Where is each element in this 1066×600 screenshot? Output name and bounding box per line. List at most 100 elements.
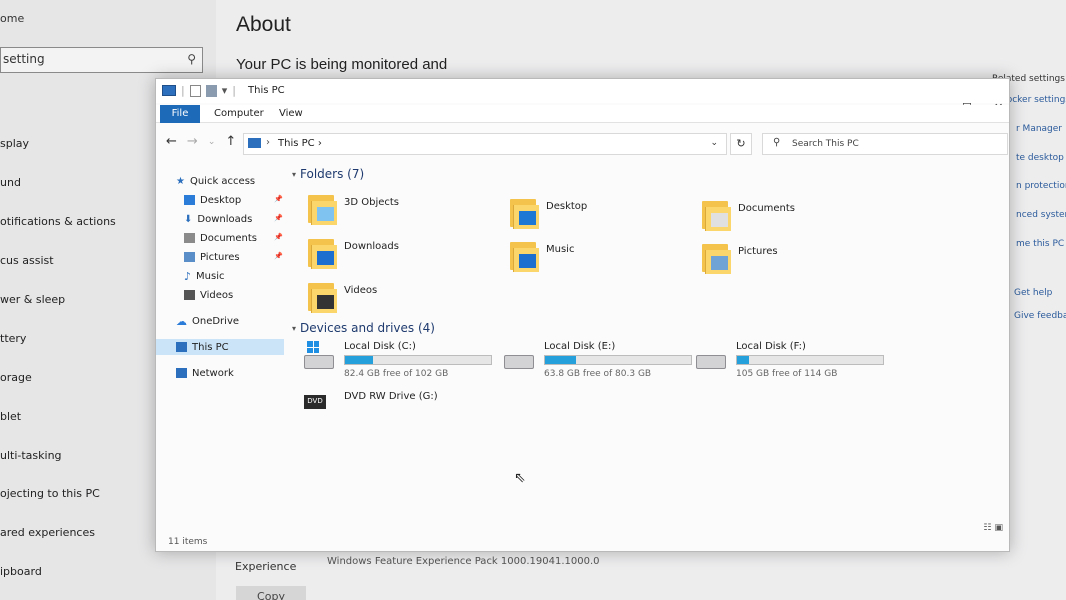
settings-nav-item[interactable]: wer & sleep (0, 293, 65, 306)
drive-local-disk-c[interactable]: Local Disk (C:) 82.4 GB free of 102 GB (304, 341, 504, 381)
properties-icon[interactable] (189, 84, 201, 97)
settings-nav-item[interactable]: splay (0, 137, 29, 150)
folder-label: 3D Objects (344, 197, 400, 208)
new-folder-icon[interactable] (205, 84, 217, 97)
sidebar-item-network[interactable]: Network (176, 365, 234, 381)
folder-downloads[interactable]: Downloads (308, 237, 399, 269)
breadcrumb-this-pc[interactable]: This PC (278, 138, 315, 149)
chevron-down-icon[interactable]: ▾ (222, 84, 228, 97)
music-icon: ♪ (184, 269, 192, 283)
folder-desktop[interactable]: Desktop (510, 197, 587, 229)
toolbar-divider: | (232, 84, 236, 97)
drive-usage-fill (737, 356, 749, 364)
sidebar-item-label: Pictures (200, 251, 240, 263)
sidebar-item-pictures[interactable]: Pictures (184, 249, 240, 265)
download-icon: ⬇ (184, 213, 193, 225)
content-pane: ▾ Folders (7) 3D Objects Desktop Documents… (288, 163, 1008, 533)
related-settings-link[interactable]: me this PC (a (1016, 239, 1066, 249)
settings-nav-item[interactable]: ared experiences (0, 526, 95, 539)
landscape-icon (711, 256, 728, 270)
chevron-down-icon[interactable]: ⌄ (710, 138, 718, 148)
status-bar-count: 11 items (168, 537, 208, 547)
file-explorer-window: | ▾ | This PC — ☐ ✕ File Computer View ←… (155, 78, 1010, 552)
tab-view[interactable]: View (279, 105, 303, 123)
title-bar[interactable]: | ▾ | This PC (156, 79, 1009, 103)
breadcrumb[interactable]: This PC › (278, 138, 322, 149)
drive-local-disk-f[interactable]: Local Disk (F:) 105 GB free of 114 GB (696, 341, 896, 381)
settings-nav-item[interactable]: otifications & actions (0, 215, 116, 228)
copy-button[interactable]: Copy (236, 586, 306, 600)
settings-search-input[interactable]: setting ⚲ (0, 47, 203, 73)
chevron-down-icon[interactable]: ⌄ (208, 134, 216, 149)
settings-nav-item[interactable]: blet (0, 410, 21, 423)
folder-icon (510, 197, 540, 229)
settings-nav-item[interactable]: ojecting to this PC (0, 487, 100, 500)
related-settings-link[interactable]: te desktop (1016, 153, 1064, 163)
search-input[interactable]: ⚲ Search This PC (762, 133, 1008, 155)
folder-videos[interactable]: Videos (308, 281, 377, 313)
sidebar-item-quick-access[interactable]: ★ Quick access (176, 173, 255, 189)
sidebar-item-label: Videos (200, 289, 234, 301)
folder-label: Music (546, 244, 575, 255)
chevron-down-icon[interactable]: ▾ (292, 324, 296, 333)
search-icon: ⚲ (773, 137, 781, 148)
sidebar-item-documents[interactable]: Documents (184, 230, 257, 246)
dvd-drive-name: DVD RW Drive (G:) (344, 391, 438, 402)
sidebar-item-this-pc[interactable]: This PC (156, 339, 284, 355)
folder-icon (510, 240, 540, 272)
folder-documents[interactable]: Documents (702, 199, 795, 231)
refresh-icon: ↻ (736, 137, 746, 150)
back-arrow-icon[interactable]: ← (166, 134, 177, 149)
drives-header-label: Devices and drives (4) (300, 321, 435, 335)
sidebar-item-onedrive[interactable]: ☁ OneDrive (176, 313, 239, 329)
breadcrumb-separator[interactable]: › (266, 137, 270, 148)
folders-section-header[interactable]: ▾ Folders (7) (292, 167, 364, 181)
hard-drive-icon (504, 355, 534, 369)
settings-nav-item[interactable]: und (0, 176, 21, 189)
details-view-icon[interactable]: ☷ (983, 523, 991, 533)
sidebar-item-downloads[interactable]: ⬇ Downloads (184, 211, 252, 227)
settings-nav-item[interactable]: orage (0, 371, 32, 384)
chevron-down-icon[interactable]: ▾ (292, 170, 296, 179)
pin-icon: 📌 (274, 252, 283, 260)
settings-nav-item[interactable]: cus assist (0, 254, 54, 267)
sidebar-item-label: OneDrive (192, 315, 240, 327)
folder-music[interactable]: Music (510, 240, 574, 272)
large-icons-view-icon[interactable]: ▣ (994, 523, 1003, 533)
related-settings-link[interactable]: n protection (1016, 181, 1066, 191)
download-arrow-icon (317, 251, 334, 265)
settings-nav-item[interactable]: ipboard (0, 565, 42, 578)
sidebar-item-music[interactable]: ♪ Music (184, 268, 224, 284)
drive-usage-fill (545, 356, 576, 364)
search-placeholder: Search This PC (792, 139, 859, 149)
drive-local-disk-e[interactable]: Local Disk (E:) 63.8 GB free of 80.3 GB (504, 341, 704, 381)
related-settings-link[interactable]: Get help (1014, 288, 1052, 298)
settings-nav-item[interactable]: ttery (0, 332, 26, 345)
drive-usage-bar (736, 355, 884, 365)
up-arrow-icon[interactable]: ↑ (225, 134, 236, 149)
windows-logo-icon (307, 341, 319, 353)
related-settings-link[interactable]: r Manager (1016, 124, 1062, 134)
refresh-button[interactable]: ↻ (730, 133, 752, 155)
document-icon (184, 233, 195, 243)
breadcrumb-separator[interactable]: › (318, 138, 322, 149)
search-icon: ⚲ (187, 52, 196, 66)
drive-usage-bar (344, 355, 492, 365)
related-settings-link[interactable]: nced system (1016, 210, 1066, 220)
video-icon (184, 290, 195, 300)
tab-file[interactable]: File (160, 105, 200, 123)
folder-3d-objects[interactable]: 3D Objects (308, 193, 399, 225)
address-bar[interactable]: › This PC › ⌄ (243, 133, 727, 155)
sidebar-item-desktop[interactable]: Desktop (184, 192, 241, 208)
forward-arrow-icon[interactable]: → (187, 134, 198, 149)
folder-pictures[interactable]: Pictures (702, 242, 778, 274)
settings-home-link[interactable]: ome (0, 12, 24, 25)
drives-section-header[interactable]: ▾ Devices and drives (4) (292, 321, 435, 335)
related-settings-link[interactable]: Give feedbac (1014, 311, 1066, 321)
drive-free-space: 82.4 GB free of 102 GB (344, 369, 449, 379)
pin-icon: 📌 (274, 233, 283, 241)
dvd-drive[interactable]: DVD DVD RW Drive (G:) (304, 391, 504, 421)
tab-computer[interactable]: Computer (214, 105, 264, 123)
sidebar-item-videos[interactable]: Videos (184, 287, 233, 303)
settings-nav-item[interactable]: ulti-tasking (0, 449, 62, 462)
